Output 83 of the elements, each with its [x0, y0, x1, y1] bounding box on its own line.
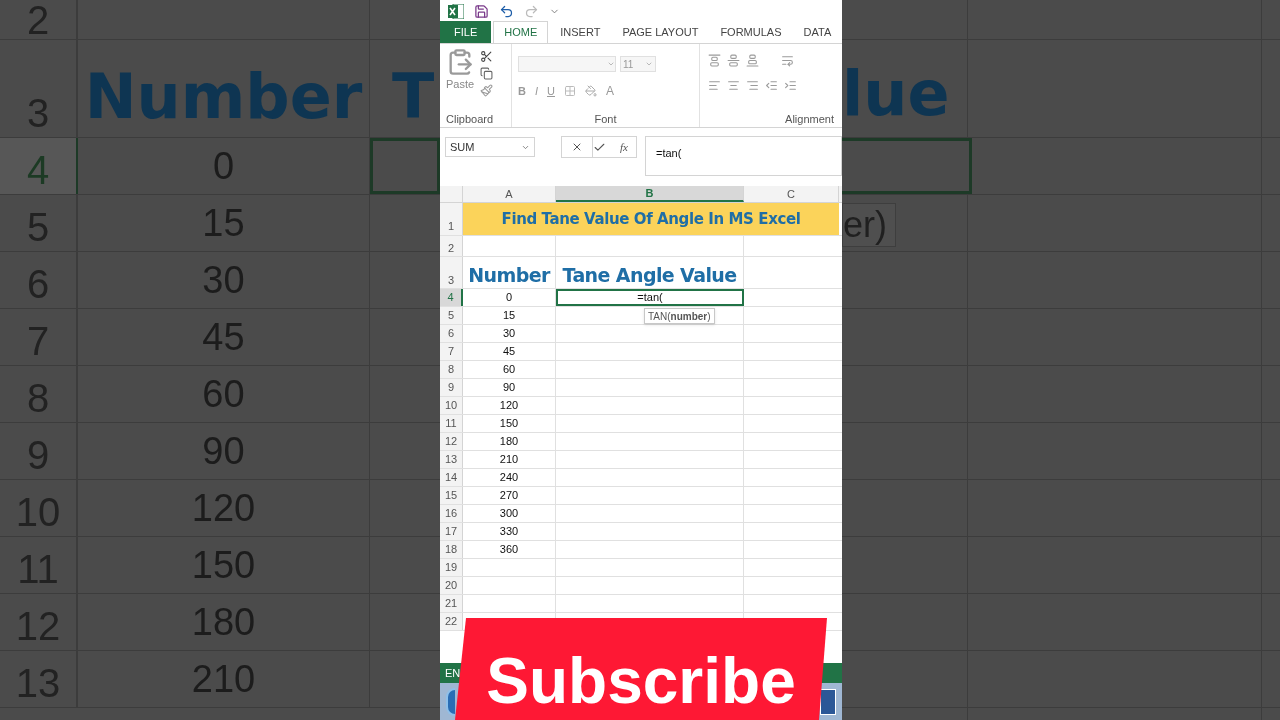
ribbon-tab[interactable]: INSERT [550, 21, 611, 43]
wrap-text-icon[interactable] [781, 54, 794, 67]
column-heading: T [392, 66, 435, 128]
row-number[interactable]: 18 [440, 541, 463, 558]
formula-field[interactable]: =tan( [644, 136, 842, 176]
undo-icon[interactable] [499, 3, 514, 19]
column-header[interactable]: B [556, 186, 744, 202]
row-number[interactable]: 22 [440, 613, 463, 630]
row-number[interactable]: 1 [447, 217, 455, 234]
top-align-icon[interactable] [708, 54, 721, 67]
table-cell-text: 30 [502, 326, 516, 342]
save-icon[interactable] [474, 3, 489, 19]
table-cell-text: 90 [502, 380, 516, 396]
table-cell-text: 180 [499, 434, 519, 450]
format-painter-icon[interactable] [480, 84, 494, 97]
fill-color-icon[interactable] [584, 85, 597, 97]
table-cell-text: 360 [499, 542, 519, 558]
column-header[interactable]: C [744, 186, 839, 202]
row-number[interactable]: 8 [440, 361, 463, 378]
table-cell-text: 240 [499, 470, 519, 486]
file-tab[interactable]: FILE [440, 21, 492, 43]
row-number[interactable]: 14 [440, 469, 463, 486]
redo-icon[interactable] [524, 3, 539, 19]
group-label: Clipboard [446, 112, 495, 127]
align-right-icon[interactable] [746, 79, 759, 92]
cancel-icon[interactable] [571, 141, 583, 153]
ribbon-tab[interactable]: FORMULAS [710, 21, 792, 43]
font-name-field[interactable] [518, 56, 616, 72]
column-heading: Tane Angle Value [562, 263, 737, 288]
row-number[interactable]: 10 [440, 397, 463, 414]
row-number[interactable]: 19 [440, 559, 463, 576]
table-cell-text: 0 [505, 290, 513, 306]
row-number[interactable]: 20 [440, 577, 463, 594]
row-number[interactable]: 16 [440, 505, 463, 522]
row-number: 4 [26, 150, 50, 190]
paste-button-label[interactable]: Paste [446, 76, 475, 93]
bottom-align-icon[interactable] [746, 54, 759, 67]
group-label: Alignment [784, 112, 834, 127]
table-cell-text: 270 [499, 488, 519, 504]
table-cell-text: 210 [499, 452, 519, 468]
row-number[interactable]: 15 [440, 487, 463, 504]
start-button[interactable] [446, 687, 455, 716]
table-cell-text: 120 [499, 398, 519, 414]
increase-indent-icon[interactable] [784, 79, 797, 92]
row-number[interactable]: 4 [440, 289, 463, 306]
column-heading: lue [842, 63, 950, 125]
align-left-icon[interactable] [708, 79, 721, 92]
row-number[interactable]: 7 [440, 343, 463, 360]
ribbon-tab[interactable]: HOME [493, 21, 549, 43]
title-cell: Find Tane Value Of Angle In MS Excel [463, 203, 839, 235]
row-number[interactable]: 21 [440, 595, 463, 612]
cell-formula[interactable]: =tan( [637, 289, 663, 306]
copy-icon[interactable] [480, 67, 494, 80]
spreadsheet-app-icon [448, 3, 464, 19]
ribbon-tab[interactable]: DATA [793, 21, 842, 43]
align-center-icon[interactable] [727, 79, 740, 92]
row-number[interactable]: 5 [440, 307, 463, 324]
row-number[interactable]: 11 [440, 415, 463, 432]
column-heading: Number [84, 65, 363, 128]
row-number[interactable]: 12 [440, 433, 463, 450]
table-cell-text: 15 [502, 308, 516, 324]
borders-icon[interactable] [563, 85, 576, 97]
row-number[interactable]: 9 [440, 379, 463, 396]
function-tooltip: TAN(number) [644, 308, 715, 324]
insert-function-icon[interactable]: fx [620, 138, 628, 156]
row-number[interactable]: 17 [440, 523, 463, 540]
taskbar-app-icon[interactable] [820, 688, 836, 715]
table-cell-text: 300 [499, 506, 519, 522]
table-cell-text: 60 [502, 362, 516, 378]
middle-align-icon[interactable] [727, 54, 740, 67]
ribbon-tab[interactable]: PAGE LAYOUT [612, 21, 709, 43]
decrease-indent-icon[interactable] [765, 79, 778, 92]
cut-icon[interactable] [480, 50, 494, 63]
row-number[interactable]: 13 [440, 451, 463, 468]
selected-cell [370, 138, 440, 194]
table-cell-text: 45 [502, 344, 516, 360]
group-label: Font [593, 112, 618, 127]
table-cell-text: 150 [499, 416, 519, 432]
row-number[interactable]: 3 [447, 271, 455, 288]
table-cell-text: 330 [499, 524, 519, 540]
name-box[interactable]: SUM [445, 137, 535, 157]
column-heading: Number [468, 263, 550, 288]
row-number[interactable]: 6 [440, 325, 463, 342]
